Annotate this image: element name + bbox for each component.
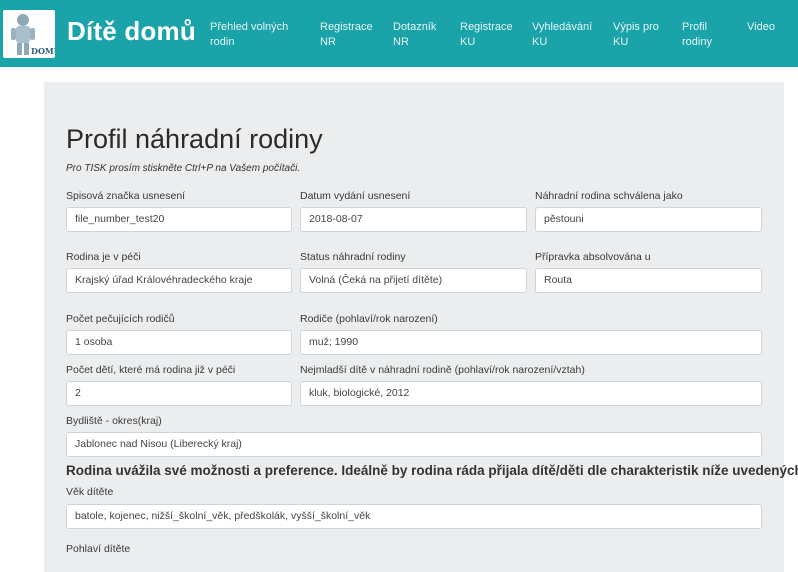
preferences-heading: Rodina uvážila své možnosti a preference… xyxy=(66,463,798,478)
input-pripravka[interactable]: Routa xyxy=(535,268,762,293)
label-nejmladsi-dite: Nejmladší dítě v náhradní rodině (pohlav… xyxy=(300,364,585,376)
nav-label-line1: Registrace xyxy=(460,21,513,33)
label-pocet-deti: Počet dětí, které má rodina již v péči xyxy=(66,364,236,376)
nav-dotaznik-nr[interactable]: Dotazník NR xyxy=(393,20,436,50)
label-pocet-rodicu: Počet pečujících rodičů xyxy=(66,313,175,325)
nav-registrace-nr[interactable]: Registrace NR xyxy=(320,20,373,50)
nav-label-line2: rodin xyxy=(210,36,235,48)
label-bydliste: Bydliště - okres(kraj) xyxy=(66,415,162,427)
print-note: Pro TISK prosím stiskněte Ctrl+P na Vaše… xyxy=(66,163,301,174)
nav-prehled-volnych-rodin[interactable]: Přehled volných rodin xyxy=(210,20,288,50)
label-pohlavi-ditete: Pohlaví dítěte xyxy=(66,543,131,555)
nav-label-line2: KU xyxy=(532,36,548,48)
label-rodice: Rodiče (pohlaví/rok narození) xyxy=(300,313,438,325)
logo[interactable]: DOMŮ xyxy=(3,10,55,58)
label-schvalena-jako: Náhradní rodina schválena jako xyxy=(535,190,683,202)
navbar: DOMŮ Dítě domů Přehled volných rodin Reg… xyxy=(0,0,798,67)
nav-registrace-ku[interactable]: Registrace KU xyxy=(460,20,513,50)
nav-label-line1: Výpis pro xyxy=(613,21,659,33)
input-datum-vydani[interactable]: 2018-08-07 xyxy=(300,207,527,232)
label-vek-ditete: Věk dítěte xyxy=(66,486,114,498)
nav-label-line1: Video xyxy=(747,21,775,33)
nav-vypis-pro-ku[interactable]: Výpis pro KU xyxy=(613,20,659,50)
label-rodina-v-peci: Rodina je v péči xyxy=(66,251,141,263)
input-spisova-znacka[interactable]: file_number_test20 xyxy=(66,207,292,232)
label-datum-vydani: Datum vydání usnesení xyxy=(300,190,411,202)
nav-label-line2: rodiny xyxy=(682,36,712,48)
input-nejmladsi-dite[interactable]: kluk, biologické, 2012 xyxy=(300,381,762,406)
nav-label-line1: Profil xyxy=(682,21,708,33)
nav-vyhledavani-ku[interactable]: Vyhledávání KU xyxy=(532,20,592,50)
nav-video[interactable]: Video xyxy=(747,20,775,35)
input-rodina-v-peci[interactable]: Krajský úřad Královéhradeckého kraje xyxy=(66,268,292,293)
nav-label-line1: Vyhledávání xyxy=(532,21,593,33)
label-status-rodiny: Status náhradní rodiny xyxy=(300,251,406,263)
label-spisova-znacka: Spisová značka usnesení xyxy=(66,190,186,202)
nav-label-line2: NR xyxy=(393,36,409,48)
input-vek-ditete[interactable]: batole, kojenec, nižší_školní_věk, předš… xyxy=(66,504,762,529)
profile-panel xyxy=(44,82,784,572)
nav-label-line1: Registrace xyxy=(320,21,373,33)
nav-label-line2: NR xyxy=(320,36,336,48)
nav-profil-rodiny[interactable]: Profil rodiny xyxy=(682,20,712,50)
input-schvalena-jako[interactable]: pěstouni xyxy=(535,207,762,232)
brand-title[interactable]: Dítě domů xyxy=(67,16,196,47)
nav-label-line1: Dotazník xyxy=(393,21,437,33)
input-pocet-rodicu[interactable]: 1 osoba xyxy=(66,330,292,355)
logo-text: DOMŮ xyxy=(31,46,55,56)
page-title: Profil náhradní rodiny xyxy=(66,124,323,154)
label-pripravka: Přípravka absolvována u xyxy=(535,251,651,263)
nav-label-line2: KU xyxy=(460,36,476,48)
input-status-rodiny[interactable]: Volná (Čeká na přijetí dítěte) xyxy=(300,268,527,293)
input-bydliste[interactable]: Jablonec nad Nisou (Liberecký kraj) xyxy=(66,432,762,457)
nav-label-line1: Přehled volných xyxy=(210,21,289,33)
nav-label-line2: KU xyxy=(613,36,629,48)
input-rodice[interactable]: muž; 1990 xyxy=(300,330,762,355)
input-pocet-deti[interactable]: 2 xyxy=(66,381,292,406)
